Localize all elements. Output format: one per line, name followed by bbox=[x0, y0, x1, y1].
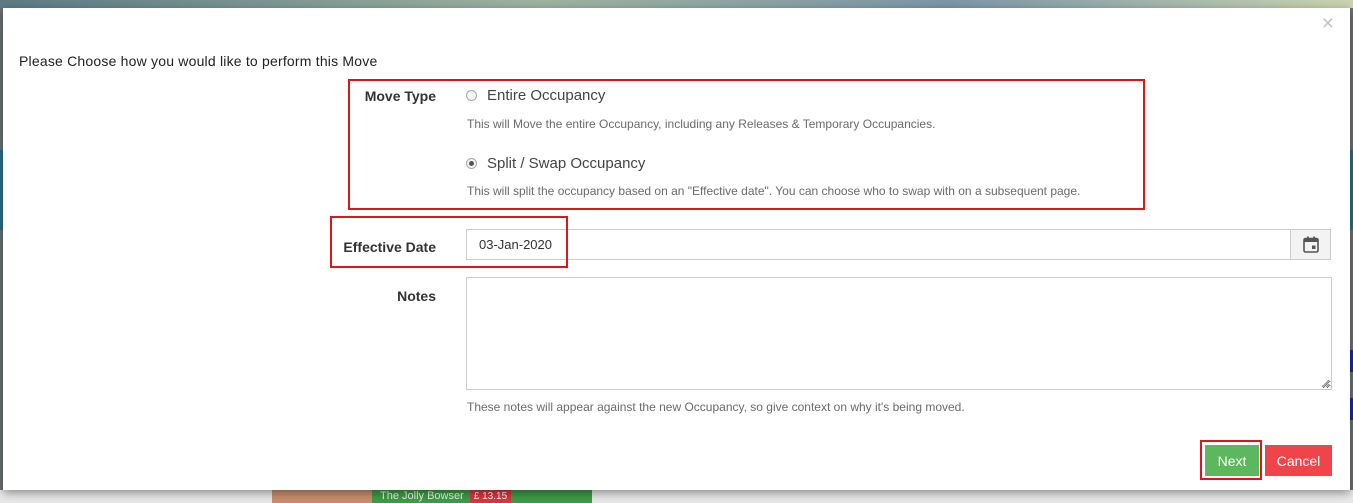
background-cell bbox=[272, 490, 372, 503]
calendar-icon bbox=[1302, 236, 1319, 253]
radio-entire-occupancy[interactable]: Entire Occupancy bbox=[466, 87, 605, 104]
effective-date-label: Effective Date bbox=[343, 239, 436, 255]
entire-occupancy-help: This will Move the entire Occupancy, inc… bbox=[467, 117, 936, 131]
radio-label: Entire Occupancy bbox=[487, 87, 606, 104]
radio-button-selected[interactable] bbox=[466, 158, 477, 169]
effective-date-input[interactable] bbox=[466, 229, 1291, 260]
radio-label: Split / Swap Occupancy bbox=[487, 155, 646, 172]
dialog-title: Please Choose how you would like to perf… bbox=[19, 53, 378, 69]
background-header bbox=[0, 0, 1353, 8]
radio-button[interactable] bbox=[466, 90, 477, 101]
calendar-button[interactable] bbox=[1290, 229, 1331, 260]
notes-label: Notes bbox=[397, 288, 436, 304]
background-cell-price: £ 13.15 bbox=[469, 490, 512, 503]
background-cell-text: The Jolly Bowser bbox=[380, 490, 464, 502]
notes-help: These notes will appear against the new … bbox=[467, 400, 965, 414]
move-type-label: Move Type bbox=[364, 88, 436, 104]
close-icon[interactable]: × bbox=[1322, 13, 1334, 34]
next-button[interactable]: Next bbox=[1205, 445, 1259, 476]
cancel-button[interactable]: Cancel bbox=[1265, 445, 1332, 476]
notes-textarea[interactable] bbox=[466, 277, 1332, 390]
split-swap-help: This will split the occupancy based on a… bbox=[467, 184, 1081, 198]
move-dialog: × Please Choose how you would like to pe… bbox=[3, 8, 1350, 490]
background-row bbox=[0, 490, 1353, 503]
resize-grip-icon[interactable] bbox=[1320, 378, 1330, 388]
radio-split-swap-occupancy[interactable]: Split / Swap Occupancy bbox=[466, 155, 645, 172]
background-occupancy-cell: The Jolly Bowser £ 13.15 bbox=[372, 490, 592, 503]
